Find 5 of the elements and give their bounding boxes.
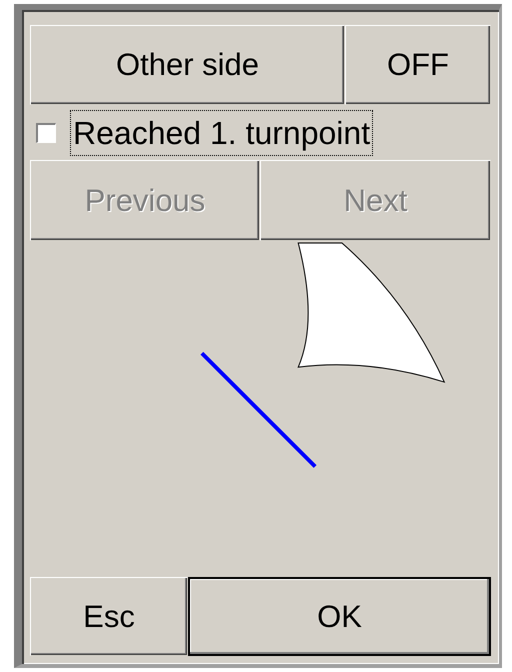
escape-button[interactable]: Esc xyxy=(30,577,188,656)
checkbox-label[interactable]: Reached 1. turnpoint xyxy=(70,110,374,156)
button[interactable]: Other side xyxy=(30,25,345,105)
button[interactable]: OFF xyxy=(345,25,491,105)
ok-button[interactable]: OK xyxy=(188,577,491,656)
